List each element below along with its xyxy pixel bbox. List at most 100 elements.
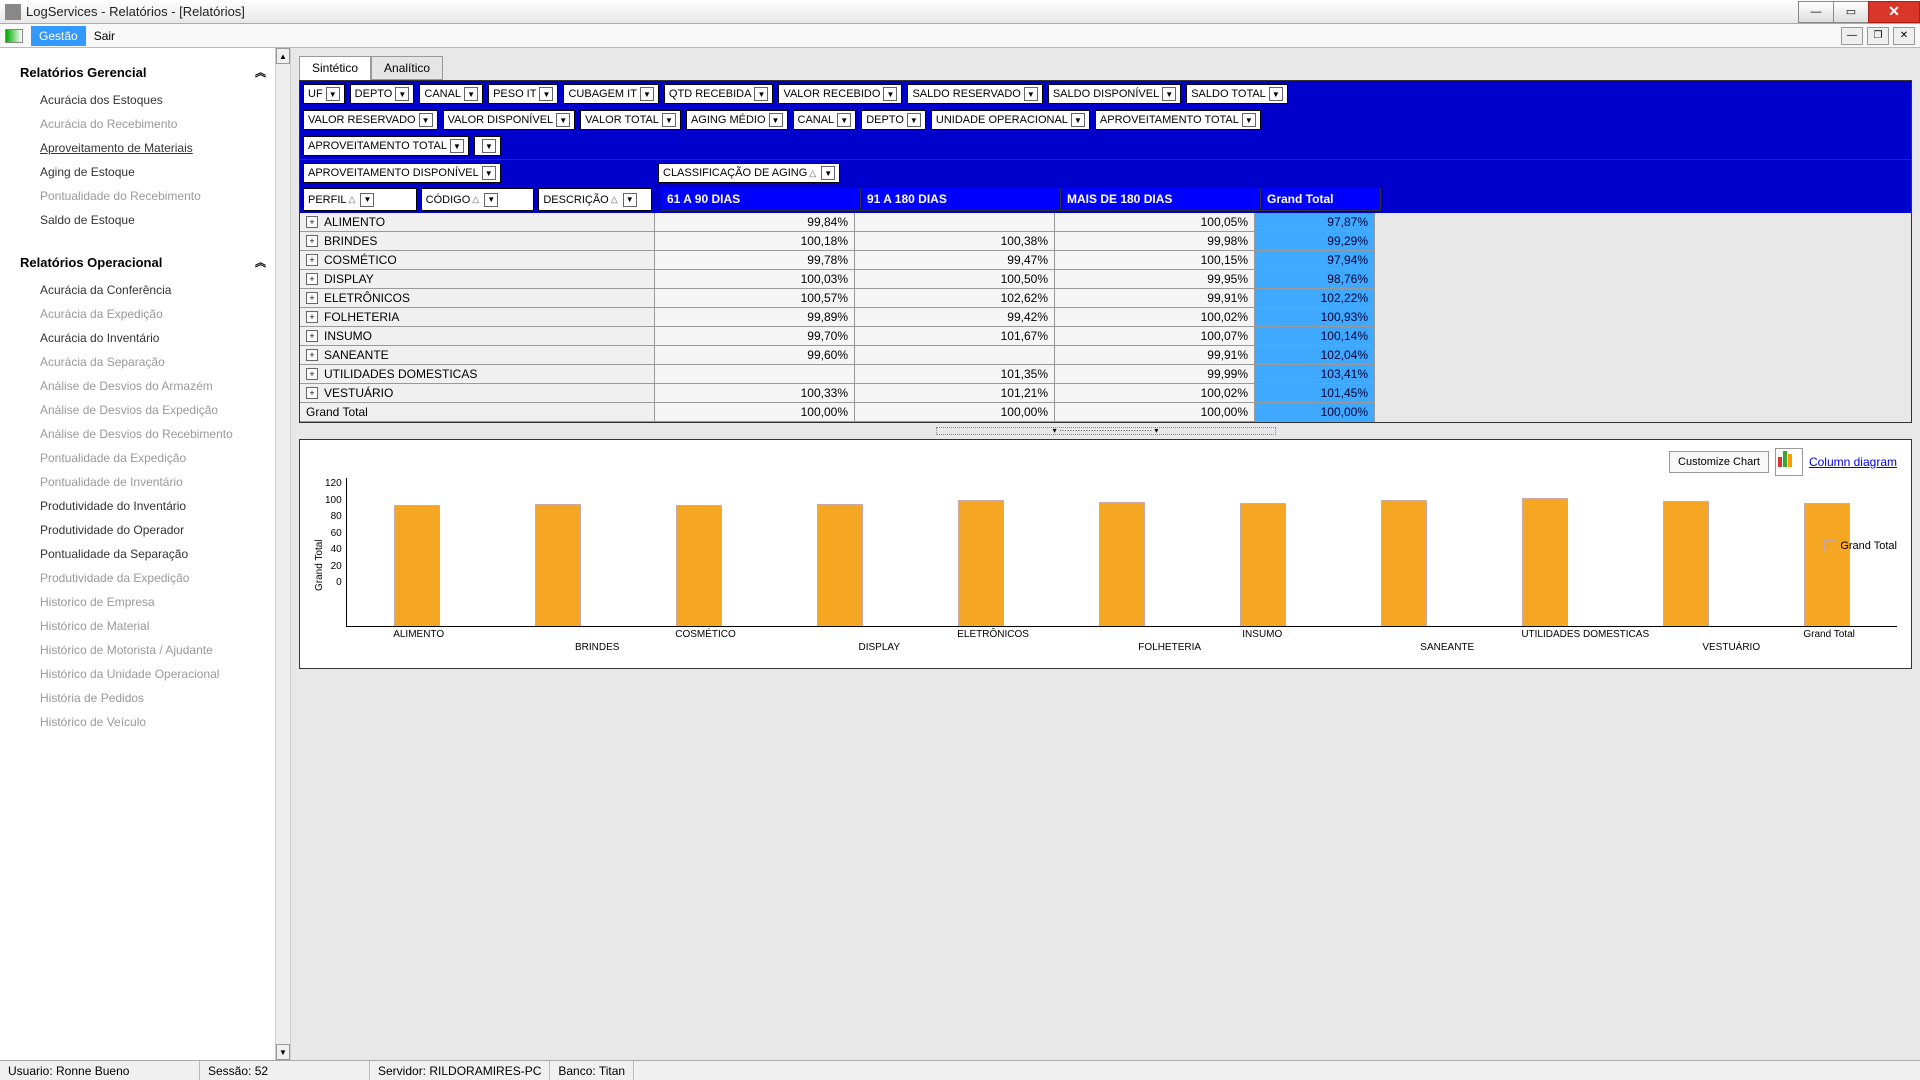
tab-analítico[interactable]: Analítico — [371, 56, 443, 80]
pivot-column-header[interactable]: 61 A 90 DIAS — [661, 188, 861, 211]
sidebar-item[interactable]: Pontualidade da Separação — [10, 542, 275, 566]
pivot-filter-chip[interactable]: APROVEITAMENTO TOTAL▼ — [1095, 110, 1261, 130]
expand-icon[interactable]: + — [306, 311, 318, 323]
menu-item-sair[interactable]: Sair — [86, 26, 123, 46]
sidebar-item[interactable]: Pontualidade de Inventário — [10, 470, 275, 494]
dropdown-icon[interactable]: ▼ — [419, 113, 433, 127]
expand-icon[interactable]: + — [306, 368, 318, 380]
dropdown-icon[interactable]: ▼ — [1071, 113, 1085, 127]
sidebar-item[interactable]: Saldo de Estoque — [10, 208, 275, 232]
sidebar-item[interactable]: Pontualidade do Recebimento — [10, 184, 275, 208]
dropdown-icon[interactable]: ▼ — [484, 193, 498, 207]
pivot-filter-chip[interactable]: SALDO RESERVADO▼ — [907, 84, 1042, 104]
dropdown-icon[interactable]: ▼ — [883, 87, 897, 101]
dropdown-icon[interactable]: ▼ — [395, 87, 409, 101]
scroll-down-button[interactable]: ▼ — [276, 1044, 290, 1060]
dropdown-icon[interactable]: ▼ — [821, 166, 835, 180]
chart-type-icon-button[interactable] — [1775, 448, 1803, 476]
pivot-row-label[interactable]: +ELETRÔNICOS — [300, 289, 655, 308]
window-maximize-button[interactable]: ▭ — [1833, 1, 1869, 23]
pivot-row-field[interactable]: PERFIL△▼ — [303, 188, 417, 211]
pivot-filter-chip[interactable]: AGING MÉDIO▼ — [686, 110, 788, 130]
pivot-column-header[interactable]: 91 A 180 DIAS — [861, 188, 1061, 211]
expand-icon[interactable]: + — [306, 254, 318, 266]
dropdown-icon[interactable]: ▼ — [464, 87, 478, 101]
column-diagram-link[interactable]: Column diagram — [1809, 455, 1897, 469]
pivot-row-label[interactable]: +INSUMO — [300, 327, 655, 346]
dropdown-icon[interactable]: ▼ — [1024, 87, 1038, 101]
expand-icon[interactable]: + — [306, 235, 318, 247]
window-minimize-button[interactable]: — — [1798, 1, 1834, 23]
mdi-restore-button[interactable]: ❐ — [1867, 27, 1889, 45]
dropdown-icon[interactable]: ▼ — [326, 87, 340, 101]
pivot-column-header[interactable]: Grand Total — [1261, 188, 1381, 211]
pivot-filter-chip[interactable]: VALOR TOTAL▼ — [580, 110, 681, 130]
dropdown-icon[interactable]: ▼ — [360, 193, 374, 207]
pivot-filter-chip[interactable]: VALOR DISPONÍVEL▼ — [443, 110, 576, 130]
pivot-data-field[interactable]: APROVEITAMENTO DISPONÍVEL ▼ — [303, 163, 501, 183]
sidebar-item[interactable]: Acurácia do Recebimento — [10, 112, 275, 136]
expand-icon[interactable]: + — [306, 387, 318, 399]
pivot-row-field[interactable]: DESCRIÇÃO△▼ — [538, 188, 652, 211]
sidebar-item[interactable]: Produtividade da Expedição — [10, 566, 275, 590]
dropdown-icon[interactable]: ▼ — [556, 113, 570, 127]
sidebar-item[interactable]: Aging de Estoque — [10, 160, 275, 184]
tab-sintético[interactable]: Sintético — [299, 56, 371, 80]
expand-icon[interactable]: + — [306, 349, 318, 361]
sidebar-item[interactable]: Análise de Desvios do Recebimento — [10, 422, 275, 446]
pivot-filter-chip[interactable]: SALDO DISPONÍVEL▼ — [1048, 84, 1181, 104]
pivot-column-header[interactable]: MAIS DE 180 DIAS — [1061, 188, 1261, 211]
dropdown-icon[interactable]: ▼ — [482, 166, 496, 180]
pivot-filter-chip[interactable]: QTD RECEBIDA▼ — [664, 84, 774, 104]
pivot-filter-chip[interactable]: APROVEITAMENTO TOTAL▼ — [303, 136, 469, 156]
sidebar-item[interactable]: Acurácia do Inventário — [10, 326, 275, 350]
pivot-row-label[interactable]: +BRINDES — [300, 232, 655, 251]
sidebar-item[interactable]: Histórico de Material — [10, 614, 275, 638]
dropdown-icon[interactable]: ▼ — [539, 87, 553, 101]
expand-icon[interactable]: + — [306, 330, 318, 342]
pivot-row-label[interactable]: +UTILIDADES DOMESTICAS — [300, 365, 655, 384]
dropdown-icon[interactable]: ▼ — [450, 139, 464, 153]
pivot-filter-chip-empty[interactable]: ▼ — [474, 136, 501, 156]
sidebar-item[interactable]: Análise de Desvios do Armazém — [10, 374, 275, 398]
dropdown-icon[interactable]: ▼ — [769, 113, 783, 127]
mdi-minimize-button[interactable]: — — [1841, 27, 1863, 45]
pivot-row-label[interactable]: +DISPLAY — [300, 270, 655, 289]
expand-icon[interactable]: + — [306, 273, 318, 285]
dropdown-icon[interactable]: ▼ — [1162, 87, 1176, 101]
pivot-filter-chip[interactable]: VALOR RECEBIDO▼ — [778, 84, 902, 104]
dropdown-icon[interactable]: ▼ — [640, 87, 654, 101]
sidebar-item[interactable]: Histórico da Unidade Operacional — [10, 662, 275, 686]
sidebar-item[interactable]: Histórico de Motorista / Ajudante — [10, 638, 275, 662]
sidebar-panel-gerencial-header[interactable]: Relatórios Gerencial ︽ — [10, 56, 275, 88]
dropdown-icon[interactable]: ▼ — [623, 193, 637, 207]
pivot-row-label[interactable]: +VESTUÁRIO — [300, 384, 655, 403]
pivot-row-label[interactable]: +FOLHETERIA — [300, 308, 655, 327]
pivot-filter-chip[interactable]: DEPTO▼ — [861, 110, 926, 130]
sidebar-item[interactable]: Historico de Empresa — [10, 590, 275, 614]
expand-icon[interactable]: + — [306, 216, 318, 228]
dropdown-icon[interactable]: ▼ — [837, 113, 851, 127]
sidebar-item[interactable]: Acurácia da Separação — [10, 350, 275, 374]
sidebar-item[interactable]: Produtividade do Operador — [10, 518, 275, 542]
sidebar-item[interactable]: Aproveitamento de Materiais — [10, 136, 275, 160]
pivot-filter-chip[interactable]: CANAL▼ — [793, 110, 857, 130]
pivot-filter-chip[interactable]: VALOR RESERVADO▼ — [303, 110, 438, 130]
pivot-filter-chip[interactable]: PESO IT▼ — [488, 84, 558, 104]
sidebar-item[interactable]: História de Pedidos — [10, 686, 275, 710]
dropdown-icon[interactable]: ▼ — [754, 87, 768, 101]
pivot-column-field[interactable]: CLASSIFICAÇÃO DE AGING △ ▼ — [658, 163, 840, 183]
dropdown-icon[interactable]: ▼ — [1242, 113, 1256, 127]
sidebar-item[interactable]: Pontualidade da Expedição — [10, 446, 275, 470]
pivot-row-label[interactable]: +SANEANTE — [300, 346, 655, 365]
pivot-filter-chip[interactable]: UF▼ — [303, 84, 345, 104]
sidebar-item[interactable]: Produtividade do Inventário — [10, 494, 275, 518]
mdi-close-button[interactable]: ✕ — [1893, 27, 1915, 45]
window-close-button[interactable]: ✕ — [1868, 1, 1920, 23]
sidebar-item[interactable]: Acurácia da Conferência — [10, 278, 275, 302]
expand-icon[interactable]: + — [306, 292, 318, 304]
pivot-row-label[interactable]: +ALIMENTO — [300, 213, 655, 232]
sidebar-item[interactable]: Histórico de Veículo — [10, 710, 275, 734]
menu-item-gestão[interactable]: Gestão — [31, 26, 86, 46]
sidebar-scrollbar[interactable]: ▲ ▼ — [275, 48, 291, 1060]
